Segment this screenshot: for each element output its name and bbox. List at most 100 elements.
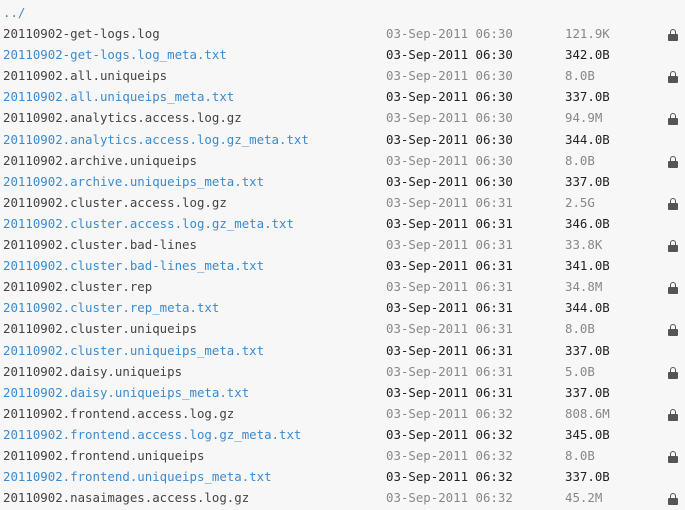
file-size: 346.0B: [565, 215, 610, 231]
file-date: 03-Sep-2011 06:31: [386, 215, 513, 231]
file-size: 33.8K: [565, 237, 603, 253]
file-name[interactable]: 20110902.archive.uniqueips_meta.txt: [3, 171, 264, 192]
file-row: 20110902.cluster.rep_meta.txt 03-Sep-2011…: [0, 297, 685, 318]
file-row: 20110902.cluster.access.log.gz 03-Sep-201…: [0, 192, 685, 213]
file-name[interactable]: 20110902.cluster.uniqueips_meta.txt: [3, 340, 264, 361]
file-size: 337.0B: [565, 469, 610, 485]
file-row: 20110902.nasaimages.access.log.gz 03-Sep-…: [0, 487, 685, 508]
lock-icon: [668, 155, 678, 168]
file-name: 20110902.archive.uniqueips: [3, 152, 197, 168]
file-date: 03-Sep-2011 06:30: [386, 173, 513, 189]
file-name: 20110902.analytics.access.log.gz: [3, 110, 242, 126]
file-row: 20110902.cluster.uniqueips 03-Sep-2011 06…: [0, 318, 685, 339]
lock-icon: [668, 29, 678, 42]
file-name: 20110902.cluster.uniqueips: [3, 321, 197, 337]
file-name: 20110902.cluster.bad-lines: [3, 237, 197, 253]
file-row: 20110902-get-logs.log 03-Sep-2011 06:30 12…: [0, 23, 685, 44]
file-size: 45.2M: [565, 490, 603, 506]
file-row: 20110902.analytics.access.log.gz 03-Sep-2…: [0, 107, 685, 128]
file-name[interactable]: 20110902.analytics.access.log.gz_meta.tx…: [3, 129, 309, 150]
file-name[interactable]: 20110902.cluster.bad-lines_meta.txt: [3, 255, 264, 276]
file-row: 20110902.cluster.rep 03-Sep-2011 06:31 34.…: [0, 276, 685, 297]
file-date: 03-Sep-2011 06:30: [386, 47, 513, 63]
file-name: 20110902-get-logs.log: [3, 26, 160, 42]
file-size: 337.0B: [565, 173, 610, 189]
file-name: 20110902.all.uniqueips: [3, 68, 168, 84]
file-row: 20110902.frontend.access.log.gz_meta.txt…: [0, 424, 685, 445]
file-name[interactable]: 20110902.frontend.uniqueips_meta.txt: [3, 466, 272, 487]
file-name[interactable]: 20110902.daisy.uniqueips_meta.txt: [3, 382, 249, 403]
file-size: 8.0B: [565, 447, 595, 463]
file-size: 337.0B: [565, 384, 610, 400]
file-date: 03-Sep-2011 06:31: [386, 237, 513, 253]
file-date: 03-Sep-2011 06:32: [386, 490, 513, 506]
file-name[interactable]: 20110902-get-logs.log_meta.txt: [3, 44, 227, 65]
lock-icon: [668, 366, 678, 379]
file-size: 121.9K: [565, 26, 610, 42]
file-size: 34.8M: [565, 279, 603, 295]
file-date: 03-Sep-2011 06:31: [386, 194, 513, 210]
lock-icon: [668, 71, 678, 84]
file-date: 03-Sep-2011 06:30: [386, 152, 513, 168]
file-date: 03-Sep-2011 06:31: [386, 300, 513, 316]
file-date: 03-Sep-2011 06:31: [386, 258, 513, 274]
file-size: 8.0B: [565, 68, 595, 84]
lock-icon: [668, 240, 678, 253]
lock-icon: [668, 493, 678, 506]
parent-directory-link[interactable]: ../: [3, 2, 25, 23]
file-size: 341.0B: [565, 258, 610, 274]
file-name[interactable]: 20110902.cluster.rep_meta.txt: [3, 297, 219, 318]
file-date: 03-Sep-2011 06:31: [386, 321, 513, 337]
file-name: 20110902.cluster.rep: [3, 279, 153, 295]
file-date: 03-Sep-2011 06:32: [386, 469, 513, 485]
file-date: 03-Sep-2011 06:30: [386, 26, 513, 42]
lock-icon: [668, 324, 678, 337]
file-row: 20110902.frontend.uniqueips 03-Sep-2011 0…: [0, 445, 685, 466]
file-row: 20110902.frontend.uniqueips_meta.txt 03-S…: [0, 466, 685, 487]
file-row: 20110902.all.uniqueips_meta.txt 03-Sep-20…: [0, 86, 685, 107]
file-row: 20110902.all.uniqueips 03-Sep-2011 06:30 8…: [0, 65, 685, 86]
file-row: 20110902.daisy.uniqueips 03-Sep-2011 06:3…: [0, 361, 685, 382]
parent-row: ../: [0, 2, 685, 23]
file-listing: ../ 20110902-get-logs.log 03-Sep-2011 06:…: [0, 0, 685, 508]
file-size: 344.0B: [565, 300, 610, 316]
lock-icon: [668, 113, 678, 126]
file-row: 20110902.daisy.uniqueips_meta.txt 03-Sep-…: [0, 382, 685, 403]
file-date: 03-Sep-2011 06:30: [386, 110, 513, 126]
file-size: 337.0B: [565, 342, 610, 358]
file-date: 03-Sep-2011 06:30: [386, 89, 513, 105]
file-name[interactable]: 20110902.cluster.access.log.gz_meta.txt: [3, 213, 294, 234]
file-name: 20110902.frontend.access.log.gz: [3, 405, 235, 421]
file-size: 8.0B: [565, 321, 595, 337]
file-name: 20110902.cluster.access.log.gz: [3, 194, 227, 210]
file-date: 03-Sep-2011 06:30: [386, 68, 513, 84]
file-size: 344.0B: [565, 131, 610, 147]
lock-icon: [668, 408, 678, 421]
file-date: 03-Sep-2011 06:31: [386, 363, 513, 379]
file-row: 20110902.cluster.access.log.gz_meta.txt 0…: [0, 213, 685, 234]
file-row: 20110902.cluster.bad-lines_meta.txt 03-Se…: [0, 255, 685, 276]
file-name: 20110902.daisy.uniqueips: [3, 363, 183, 379]
file-date: 03-Sep-2011 06:32: [386, 447, 513, 463]
file-size: 2.5G: [565, 194, 595, 210]
lock-icon: [668, 282, 678, 295]
file-date: 03-Sep-2011 06:32: [386, 405, 513, 421]
file-name[interactable]: 20110902.all.uniqueips_meta.txt: [3, 86, 234, 107]
file-row: 20110902-get-logs.log_meta.txt 03-Sep-201…: [0, 44, 685, 65]
file-row: 20110902.analytics.access.log.gz_meta.tx…: [0, 129, 685, 150]
file-row: 20110902.archive.uniqueips_meta.txt 03-Se…: [0, 171, 685, 192]
file-name[interactable]: 20110902.frontend.access.log.gz_meta.txt: [3, 424, 301, 445]
file-row: 20110902.archive.uniqueips 03-Sep-2011 06…: [0, 150, 685, 171]
file-date: 03-Sep-2011 06:31: [386, 384, 513, 400]
file-size: 8.0B: [565, 152, 595, 168]
file-name: 20110902.frontend.uniqueips: [3, 447, 205, 463]
file-size: 5.0B: [565, 363, 595, 379]
file-size: 808.6M: [565, 405, 610, 421]
file-date: 03-Sep-2011 06:32: [386, 426, 513, 442]
file-size: 337.0B: [565, 89, 610, 105]
file-date: 03-Sep-2011 06:31: [386, 342, 513, 358]
file-size: 94.9M: [565, 110, 603, 126]
file-size: 345.0B: [565, 426, 610, 442]
file-row: 20110902.cluster.uniqueips_meta.txt 03-Se…: [0, 340, 685, 361]
file-name: 20110902.nasaimages.access.log.gz: [3, 490, 250, 506]
